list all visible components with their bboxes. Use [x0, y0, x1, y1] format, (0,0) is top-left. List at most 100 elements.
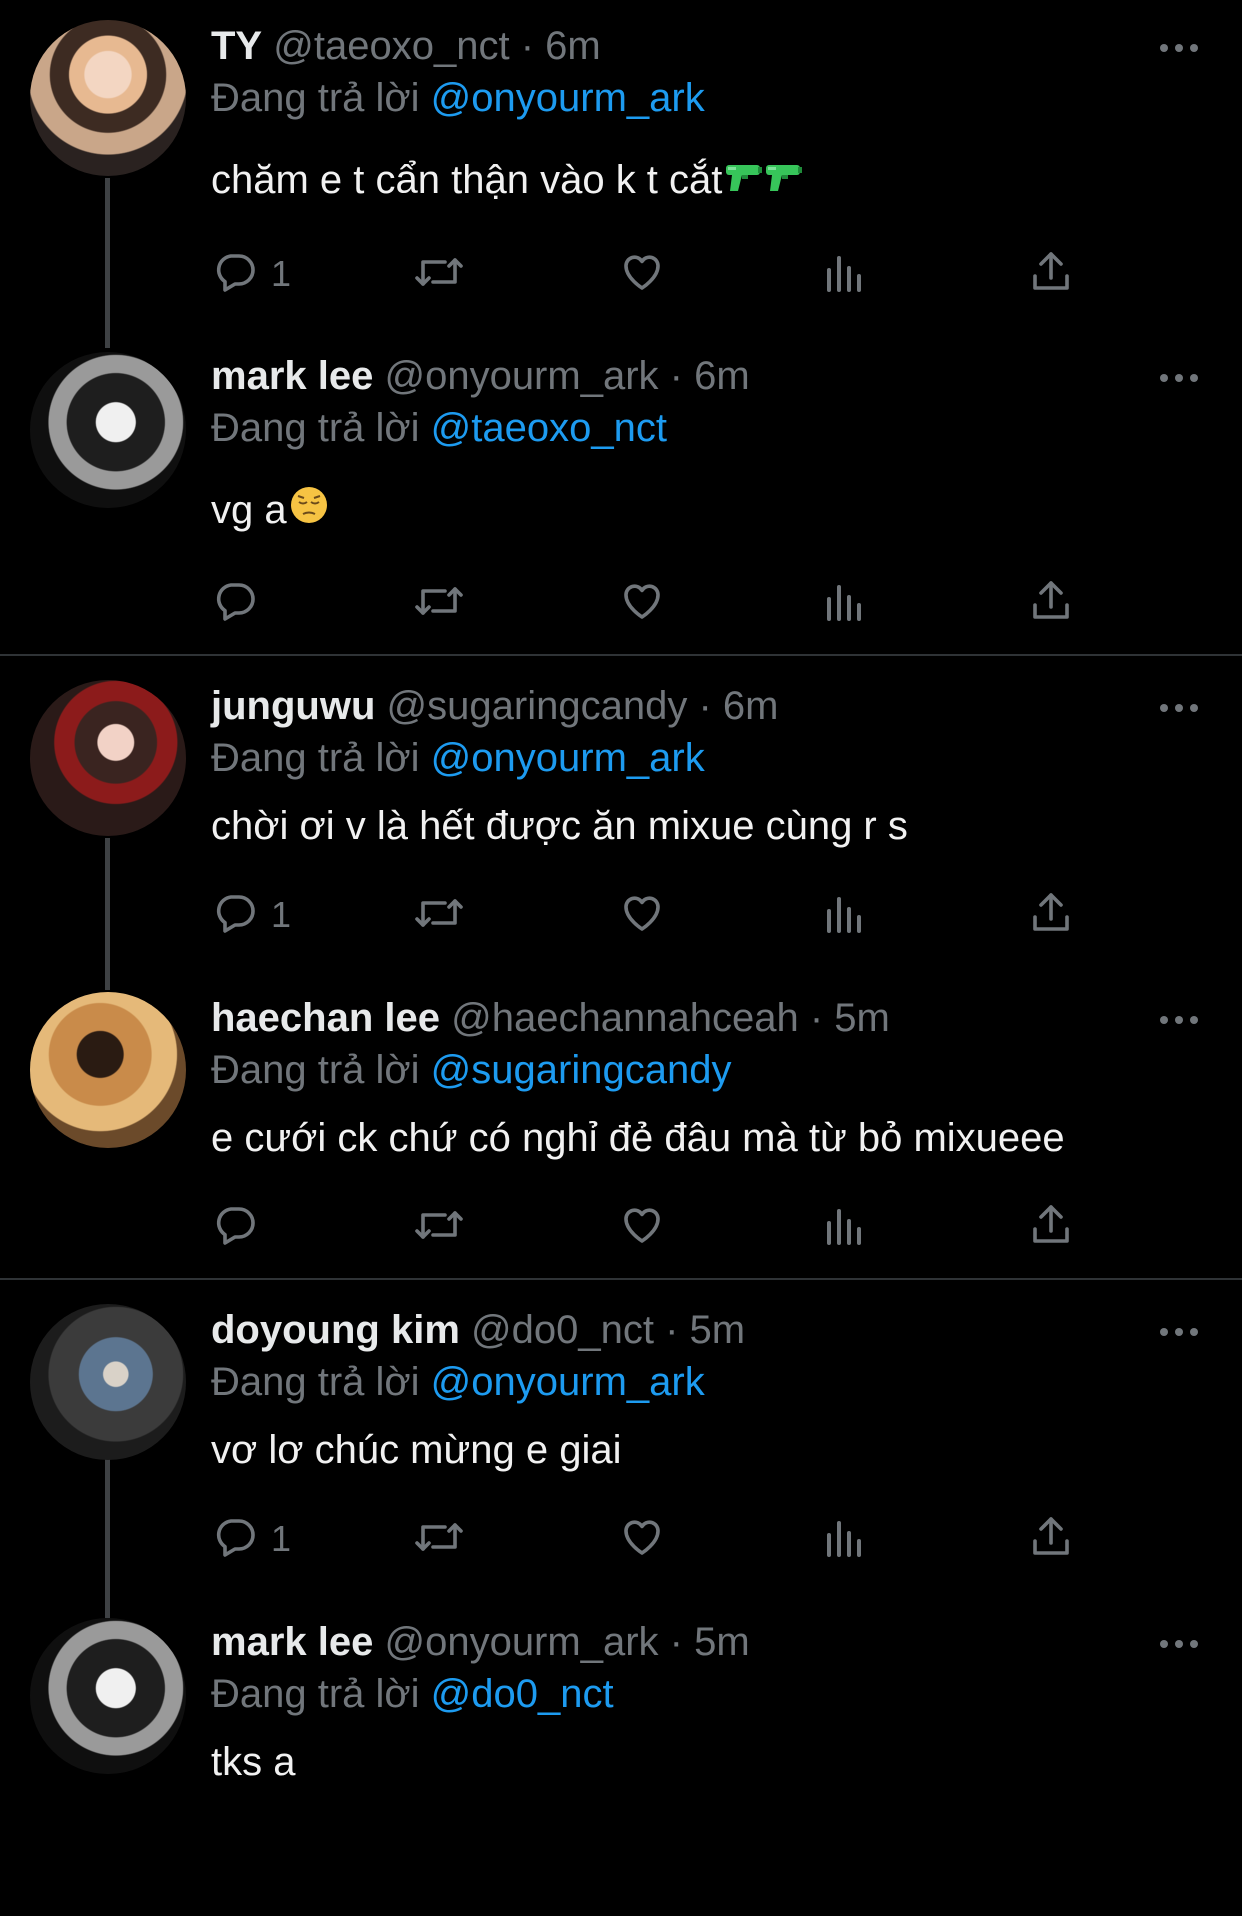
replying-label: Đang trả lời [211, 406, 420, 450]
tweet-header: TY @taeoxo_nct · 6m [211, 18, 601, 74]
replying-label: Đang trả lời [211, 736, 420, 780]
display-name[interactable]: haechan lee [211, 996, 440, 1040]
views-button[interactable] [823, 573, 867, 633]
more-icon[interactable] [1155, 688, 1203, 728]
reply-mention[interactable]: @onyourm_ark [431, 76, 705, 120]
like-icon [617, 1513, 667, 1566]
display-name[interactable]: junguwu [211, 684, 375, 728]
handle[interactable]: @onyourm_ark [384, 1620, 658, 1664]
like-icon [617, 889, 667, 942]
views-icon [823, 577, 867, 630]
replying-to: Đang trả lời @onyourm_ark [211, 70, 705, 126]
timestamp[interactable]: · 5m [670, 1620, 750, 1664]
reply-icon [211, 1201, 259, 1254]
avatar[interactable] [30, 992, 186, 1148]
timestamp[interactable]: · 5m [665, 1308, 745, 1352]
tweet[interactable]: mark lee @onyourm_ark · 6m Đang trả lời … [0, 330, 1242, 650]
avatar[interactable] [30, 352, 186, 508]
reply-icon [211, 248, 259, 301]
tweet[interactable]: junguwu @sugaringcandy · 6m Đang trả lời… [0, 660, 1242, 980]
avatar[interactable] [30, 20, 186, 176]
reply-count: 1 [271, 253, 292, 294]
avatar[interactable] [30, 1304, 186, 1460]
timestamp[interactable]: · 6m [698, 684, 778, 728]
reply-mention[interactable]: @do0_nct [431, 1672, 614, 1716]
avatar[interactable] [30, 1618, 186, 1774]
retweet-button[interactable] [413, 244, 465, 304]
like-icon [617, 248, 667, 301]
handle[interactable]: @do0_nct [471, 1308, 654, 1352]
reply-icon [211, 1513, 259, 1566]
more-icon[interactable] [1155, 28, 1203, 68]
tweet-actions: 1 [211, 1509, 1111, 1569]
views-icon [823, 889, 867, 942]
timestamp[interactable]: · 5m [810, 996, 890, 1040]
tweet-header: doyoung kim @do0_nct · 5m [211, 1302, 745, 1358]
more-icon[interactable] [1155, 1000, 1203, 1040]
views-button[interactable] [823, 1509, 867, 1569]
tweet-text-content: chăm e t cẩn thận vào k t cắt [211, 158, 723, 202]
like-button[interactable] [617, 1509, 667, 1569]
share-button[interactable] [1027, 573, 1075, 633]
tweet-actions: 1 [211, 244, 1111, 304]
reply-icon [211, 889, 259, 942]
like-button[interactable] [617, 885, 667, 945]
reply-button[interactable]: 1 [211, 885, 291, 945]
tweet-text: chăm e t cẩn thận vào k t cắt [211, 152, 804, 210]
views-button[interactable] [823, 1197, 867, 1257]
share-button[interactable] [1027, 244, 1075, 304]
reply-mention[interactable]: @onyourm_ark [431, 736, 705, 780]
like-button[interactable] [617, 573, 667, 633]
retweet-button[interactable] [413, 1197, 465, 1257]
like-button[interactable] [617, 1197, 667, 1257]
views-button[interactable] [823, 885, 867, 945]
tweet-text: vg a [211, 482, 329, 540]
retweet-button[interactable] [413, 573, 465, 633]
tweet[interactable]: doyoung kim @do0_nct · 5m Đang trả lời @… [0, 1284, 1242, 1604]
pensive-face-icon [289, 484, 329, 540]
reply-count: 1 [271, 1518, 292, 1559]
tweet-text: chời ơi v là hết được ăn mixue cùng r s [211, 798, 908, 854]
more-icon[interactable] [1155, 1624, 1203, 1664]
display-name[interactable]: mark lee [211, 354, 373, 398]
reply-mention[interactable]: @onyourm_ark [431, 1360, 705, 1404]
avatar[interactable] [30, 680, 186, 836]
replying-to: Đang trả lời @onyourm_ark [211, 1354, 705, 1410]
more-icon[interactable] [1155, 358, 1203, 398]
retweet-icon [413, 248, 465, 301]
display-name[interactable]: mark lee [211, 1620, 373, 1664]
timestamp[interactable]: · 6m [670, 354, 750, 398]
share-button[interactable] [1027, 1197, 1075, 1257]
reply-count: 1 [271, 894, 292, 935]
tweet-text-content: chời ơi v là hết được ăn mixue cùng r s [211, 804, 908, 848]
reply-button[interactable]: 1 [211, 1509, 291, 1569]
views-button[interactable] [823, 244, 867, 304]
tweet-text-content: e cưới ck chứ có nghỉ đẻ đâu mà từ bỏ mi… [211, 1116, 1065, 1160]
reply-button[interactable] [211, 573, 271, 633]
share-icon [1027, 577, 1075, 630]
display-name[interactable]: doyoung kim [211, 1308, 460, 1352]
tweet[interactable]: mark lee @onyourm_ark · 5m Đang trả lời … [0, 1596, 1242, 1916]
timestamp[interactable]: · 6m [521, 24, 601, 68]
views-icon [823, 248, 867, 301]
reply-button[interactable]: 1 [211, 244, 291, 304]
like-button[interactable] [617, 244, 667, 304]
handle[interactable]: @onyourm_ark [384, 354, 658, 398]
retweet-button[interactable] [413, 885, 465, 945]
tweet[interactable]: haechan lee @haechannahceah · 5m Đang tr… [0, 972, 1242, 1292]
tweet[interactable]: TY @taeoxo_nct · 6m Đang trả lời @onyour… [0, 0, 1242, 320]
share-button[interactable] [1027, 885, 1075, 945]
share-icon [1027, 889, 1075, 942]
handle[interactable]: @sugaringcandy [387, 684, 688, 728]
replying-label: Đang trả lời [211, 1672, 420, 1716]
reply-button[interactable] [211, 1197, 271, 1257]
reply-mention[interactable]: @taeoxo_nct [431, 406, 667, 450]
handle[interactable]: @haechannahceah [451, 996, 799, 1040]
more-icon[interactable] [1155, 1312, 1203, 1352]
handle[interactable]: @taeoxo_nct [273, 24, 509, 68]
conversation-divider [0, 654, 1242, 656]
retweet-button[interactable] [413, 1509, 465, 1569]
share-button[interactable] [1027, 1509, 1075, 1569]
display-name[interactable]: TY [211, 24, 262, 68]
reply-mention[interactable]: @sugaringcandy [431, 1048, 732, 1092]
